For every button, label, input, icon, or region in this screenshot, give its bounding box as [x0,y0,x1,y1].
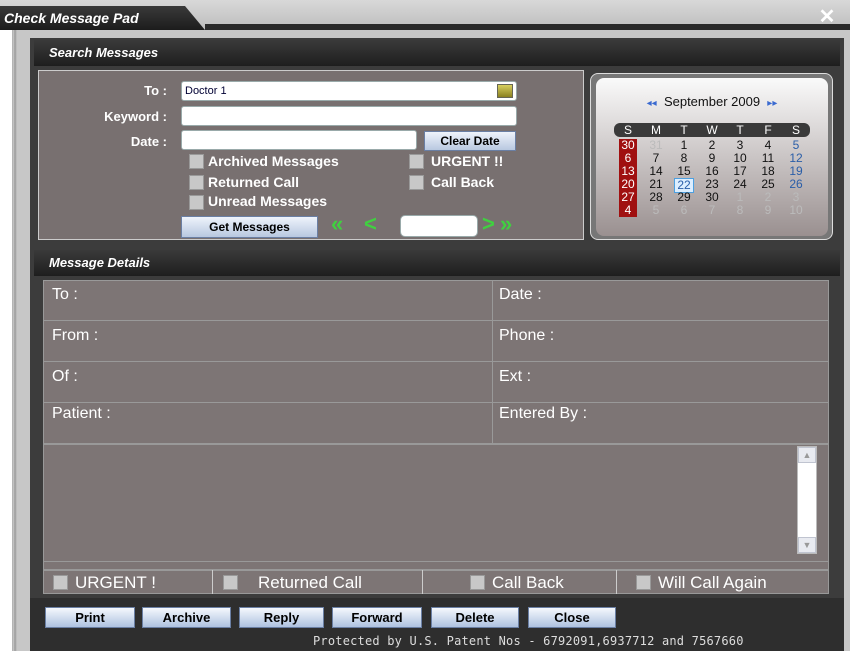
calendar-day[interactable]: 8 [730,204,750,217]
urgent-checkbox[interactable] [409,154,424,169]
previous-page-icon[interactable]: < [364,211,377,237]
close-button[interactable]: Close [528,607,616,628]
calendar-day[interactable]: 10 [786,204,806,217]
calendar-weekday-label: M [651,123,661,137]
forward-button[interactable]: Forward [332,607,422,628]
to-select-value: Doctor 1 [185,85,227,97]
archived-messages-label: Archived Messages [208,153,339,169]
date-label: Date : [130,134,167,149]
details-row [43,280,829,321]
close-icon[interactable]: ✕ [815,6,839,28]
calendar-header: ◂◂ September 2009 ▸▸ [596,94,828,109]
unread-messages-label: Unread Messages [208,193,328,209]
delete-button[interactable]: Delete [431,607,519,628]
next-page-icon[interactable]: > [482,211,495,237]
keyword-label: Keyword : [104,109,167,124]
urgent-flag-label: URGENT ! [75,573,156,592]
page-number-input[interactable] [400,215,478,237]
call-back-label: Call Back [431,174,495,190]
details-row [43,403,829,444]
call-back-flag-label: Call Back [492,573,564,592]
unread-messages-checkbox[interactable] [189,195,204,210]
message-scrollbar[interactable]: ▲ ▼ [797,446,817,554]
will-call-again-flag-label: Will Call Again [658,573,767,592]
details-row [43,362,829,403]
get-messages-button[interactable]: Get Messages [181,216,318,238]
calendar-day[interactable]: 4 [619,204,637,217]
dropdown-arrow-icon[interactable] [497,84,513,98]
returned-call-flag-label: Returned Call [258,573,362,592]
reply-button[interactable]: Reply [239,607,324,628]
details-row [43,321,829,362]
calendar-day[interactable]: 7 [702,204,722,217]
urgent-label: URGENT !! [431,153,504,169]
archive-button[interactable]: Archive [142,607,231,628]
message-details-header: Message Details [34,250,840,276]
clear-date-button[interactable]: Clear Date [424,131,516,151]
calendar-day[interactable]: 5 [646,204,666,217]
flag-separator [212,570,213,594]
scroll-up-icon[interactable]: ▲ [798,447,816,463]
last-page-icon[interactable]: » [500,211,512,237]
phone-field-label: Phone : [499,327,555,344]
of-field-label: Of : [52,368,78,385]
call-back-flag-checkbox[interactable] [470,575,485,590]
calendar-day[interactable]: 6 [674,204,694,217]
to-select[interactable]: Doctor 1 [181,81,517,101]
date-field-label: Date : [499,286,542,303]
returned-call-checkbox[interactable] [189,175,204,190]
calendar-weekday-label: W [706,123,718,137]
calendar-weekday-label: S [623,123,632,137]
details-divider [492,280,493,444]
calendar-weekday-label: F [764,123,772,137]
will-call-again-flag-checkbox[interactable] [636,575,651,590]
flag-separator [616,570,617,594]
patient-field-label: Patient : [52,405,111,422]
calendar-day[interactable]: 15 [674,165,694,178]
previous-month-icon[interactable]: ◂◂ [647,98,657,109]
search-messages-header: Search Messages [34,40,840,66]
from-field-label: From : [52,327,99,344]
scroll-down-icon[interactable]: ▼ [798,537,816,553]
date-input[interactable] [181,130,417,150]
calendar-day[interactable]: 9 [758,204,778,217]
call-back-checkbox[interactable] [409,175,424,190]
calendar-day-header: SMTWTFS [614,123,810,137]
ext-field-label: Ext : [499,368,532,385]
check-message-pad-window: Check Message Pad ✕ Search Messages To :… [0,0,850,651]
flag-separator [422,570,423,594]
to-field-label: To : [52,286,78,303]
to-label: To : [144,83,167,98]
calendar-weekday-label: S [791,123,800,137]
calendar-weekday-label: T [736,123,744,137]
first-page-icon[interactable]: « [331,211,343,237]
calendar-month-title: September 2009 [663,94,761,109]
window-title: Check Message Pad [4,10,139,26]
next-month-icon[interactable]: ▸▸ [767,98,777,109]
print-button[interactable]: Print [45,607,135,628]
calendar-weekday-label: T [680,123,688,137]
entered-by-field-label: Entered By : [499,405,588,422]
returned-call-label: Returned Call [208,174,300,190]
patent-notice: Protected by U.S. Patent Nos - 6792091,6… [313,634,744,648]
archived-messages-checkbox[interactable] [189,154,204,169]
urgent-flag-checkbox[interactable] [53,575,68,590]
returned-call-flag-checkbox[interactable] [223,575,238,590]
message-body[interactable] [43,444,829,562]
keyword-input[interactable] [181,106,517,126]
